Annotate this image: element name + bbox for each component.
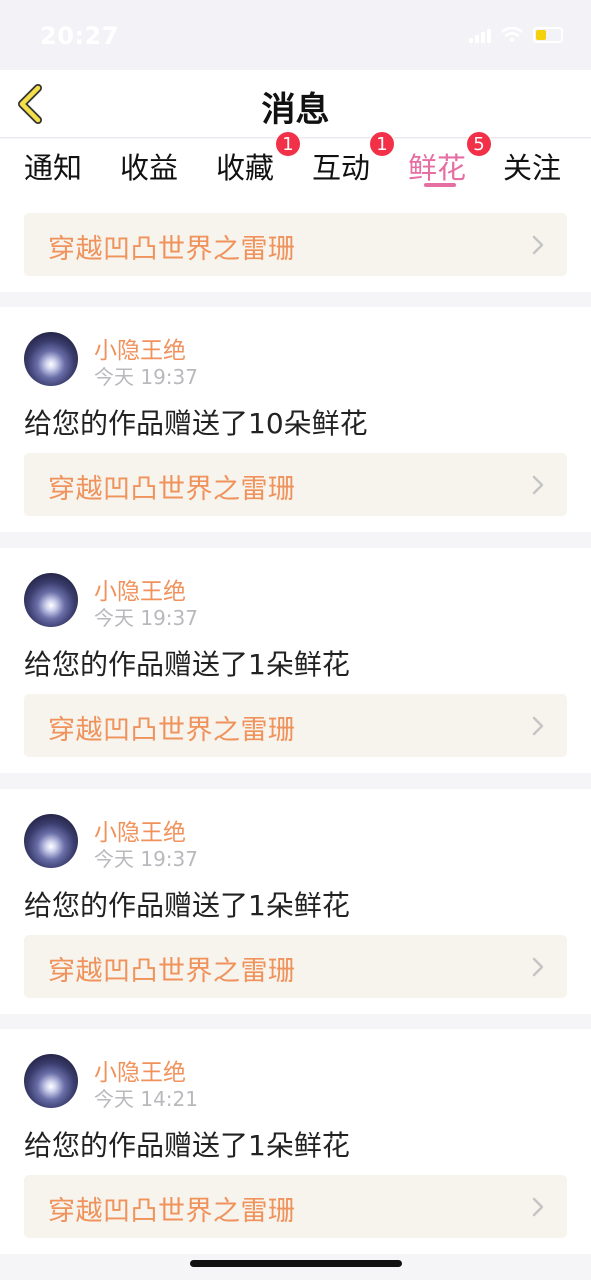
flowers-badge: 5 — [466, 131, 492, 157]
tab-earnings[interactable]: 收益 — [120, 145, 178, 187]
work-link[interactable]: 穿越凹凸世界之雷珊 — [24, 694, 567, 757]
favorites-badge: 1 — [275, 131, 301, 157]
chevron-right-icon — [532, 475, 544, 495]
chevron-right-icon — [532, 716, 544, 736]
nav-bar: 消息 — [0, 70, 591, 138]
wifi-icon — [501, 27, 523, 43]
page-title: 消息 — [261, 90, 330, 130]
avatar[interactable] — [24, 332, 78, 386]
active-tab-indicator — [424, 183, 456, 187]
top-work-section: 穿越凹凸世界之雷珊 — [0, 195, 591, 292]
signal-icon — [469, 27, 491, 43]
tab-bar: 通知 收益 收藏 1 互动 1 鲜花 5 关注 — [0, 131, 591, 195]
timestamp: 今天 19:37 — [94, 365, 198, 389]
tab-interactions[interactable]: 互动 — [312, 145, 370, 187]
list-item[interactable]: 小隐王绝 今天 19:37 给您的作品赠送了10朵鲜花 穿越凹凸世界之雷珊 — [0, 307, 591, 532]
work-link[interactable]: 穿越凹凸世界之雷珊 — [24, 1175, 567, 1238]
username[interactable]: 小隐王绝 — [94, 331, 186, 365]
gift-message: 给您的作品赠送了1朵鲜花 — [24, 648, 350, 681]
status-bar: 20:27 — [0, 0, 591, 70]
home-indicator[interactable] — [190, 1260, 402, 1267]
tab-flowers[interactable]: 鲜花 — [408, 145, 466, 187]
avatar[interactable] — [24, 814, 78, 868]
work-title: 穿越凹凸世界之雷珊 — [48, 715, 296, 746]
work-link[interactable]: 穿越凹凸世界之雷珊 — [24, 453, 567, 516]
work-link[interactable]: 穿越凹凸世界之雷珊 — [24, 935, 567, 998]
list-item[interactable]: 小隐王绝 今天 14:21 给您的作品赠送了1朵鲜花 穿越凹凸世界之雷珊 — [0, 1029, 591, 1254]
timestamp: 今天 14:21 — [94, 1087, 198, 1111]
timestamp: 今天 19:37 — [94, 847, 198, 871]
tab-notifications[interactable]: 通知 — [24, 145, 82, 187]
chevron-right-icon — [532, 957, 544, 977]
tab-follows[interactable]: 关注 — [503, 145, 561, 187]
interactions-badge: 1 — [369, 131, 395, 157]
list-item[interactable]: 小隐王绝 今天 19:37 给您的作品赠送了1朵鲜花 穿越凹凸世界之雷珊 — [0, 789, 591, 1014]
status-icons — [469, 27, 563, 43]
chevron-right-icon — [532, 1197, 544, 1217]
work-title: 穿越凹凸世界之雷珊 — [48, 956, 296, 987]
avatar[interactable] — [24, 573, 78, 627]
work-title: 穿越凹凸世界之雷珊 — [48, 1196, 296, 1227]
avatar[interactable] — [24, 1054, 78, 1108]
gift-message: 给您的作品赠送了1朵鲜花 — [24, 889, 350, 922]
work-link[interactable]: 穿越凹凸世界之雷珊 — [24, 213, 567, 276]
status-time: 20:27 — [40, 22, 119, 50]
username[interactable]: 小隐王绝 — [94, 1053, 186, 1087]
work-title: 穿越凹凸世界之雷珊 — [48, 474, 296, 505]
chevron-right-icon — [532, 235, 544, 255]
timestamp: 今天 19:37 — [94, 606, 198, 630]
username[interactable]: 小隐王绝 — [94, 572, 186, 606]
username[interactable]: 小隐王绝 — [94, 813, 186, 847]
gift-message: 给您的作品赠送了10朵鲜花 — [24, 407, 368, 440]
work-title: 穿越凹凸世界之雷珊 — [48, 234, 296, 265]
battery-icon — [533, 27, 563, 43]
tab-favorites[interactable]: 收藏 — [216, 145, 274, 187]
gift-message: 给您的作品赠送了1朵鲜花 — [24, 1129, 350, 1162]
list-item[interactable]: 小隐王绝 今天 19:37 给您的作品赠送了1朵鲜花 穿越凹凸世界之雷珊 — [0, 548, 591, 773]
